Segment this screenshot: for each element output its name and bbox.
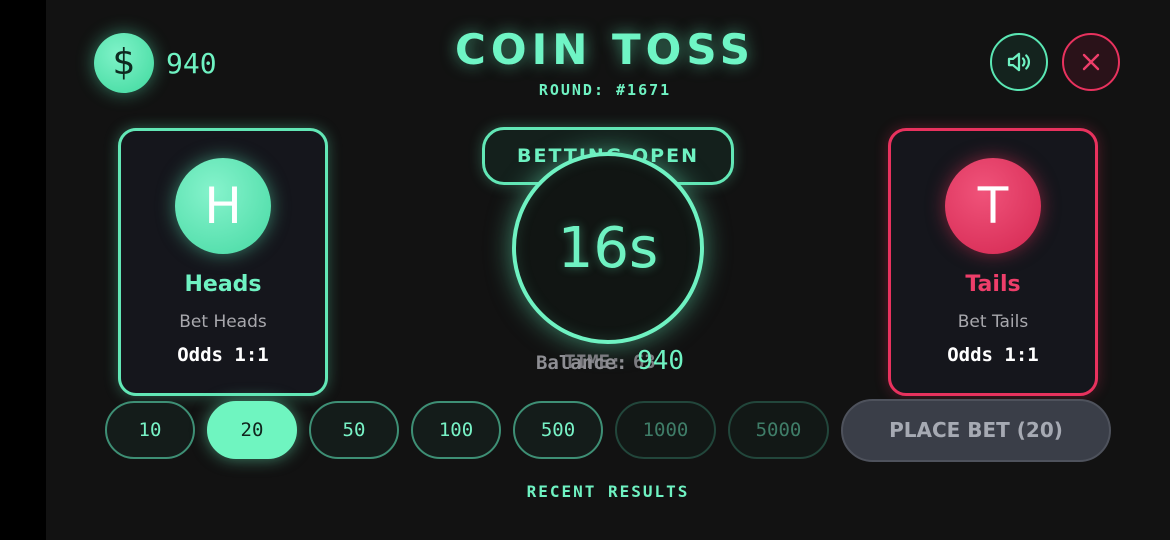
tails-odds: Odds 1:1 (947, 344, 1039, 366)
balance-value: 940 (637, 346, 685, 376)
heads-coin-icon: H (175, 158, 271, 254)
dollar-coin-icon: $ (94, 33, 154, 93)
game-title: COIN TOSS (455, 25, 755, 74)
balance-display: 940 (166, 47, 217, 80)
chip-1000-button[interactable]: 1000 (615, 401, 716, 459)
heads-bet-card[interactable]: H Heads Bet Heads Odds 1:1 (118, 128, 328, 396)
balance-label: Balance: (535, 352, 628, 374)
tails-bet-card[interactable]: T Tails Bet Tails Odds 1:1 (888, 128, 1098, 396)
tails-title: Tails (965, 272, 1021, 297)
round-number: ROUND: #1671 (538, 81, 672, 99)
chip-5000-button[interactable]: 5000 (728, 401, 829, 459)
countdown-value: 16s (557, 215, 659, 281)
close-button[interactable] (1062, 33, 1120, 91)
heads-subtitle: Bet Heads (179, 312, 267, 332)
left-edge-bar (0, 0, 46, 540)
heads-odds: Odds 1:1 (177, 344, 269, 366)
tails-coin-icon: T (945, 158, 1041, 254)
chip-20-button[interactable]: 20 (207, 401, 297, 459)
sound-toggle-button[interactable] (990, 33, 1048, 91)
speaker-icon (1007, 52, 1031, 72)
chip-10-button[interactable]: 10 (105, 401, 195, 459)
place-bet-button[interactable]: PLACE BET (20) (841, 399, 1111, 462)
balance-summary: Balance: 940 (490, 346, 730, 379)
chip-100-button[interactable]: 100 (411, 401, 501, 459)
tails-subtitle: Bet Tails (957, 312, 1029, 332)
countdown-timer: 16s (512, 152, 704, 344)
close-icon (1082, 53, 1100, 71)
recent-results-heading: RECENT RESULTS (526, 482, 690, 501)
chip-500-button[interactable]: 500 (513, 401, 603, 459)
chip-50-button[interactable]: 50 (309, 401, 399, 459)
heads-title: Heads (184, 272, 262, 297)
